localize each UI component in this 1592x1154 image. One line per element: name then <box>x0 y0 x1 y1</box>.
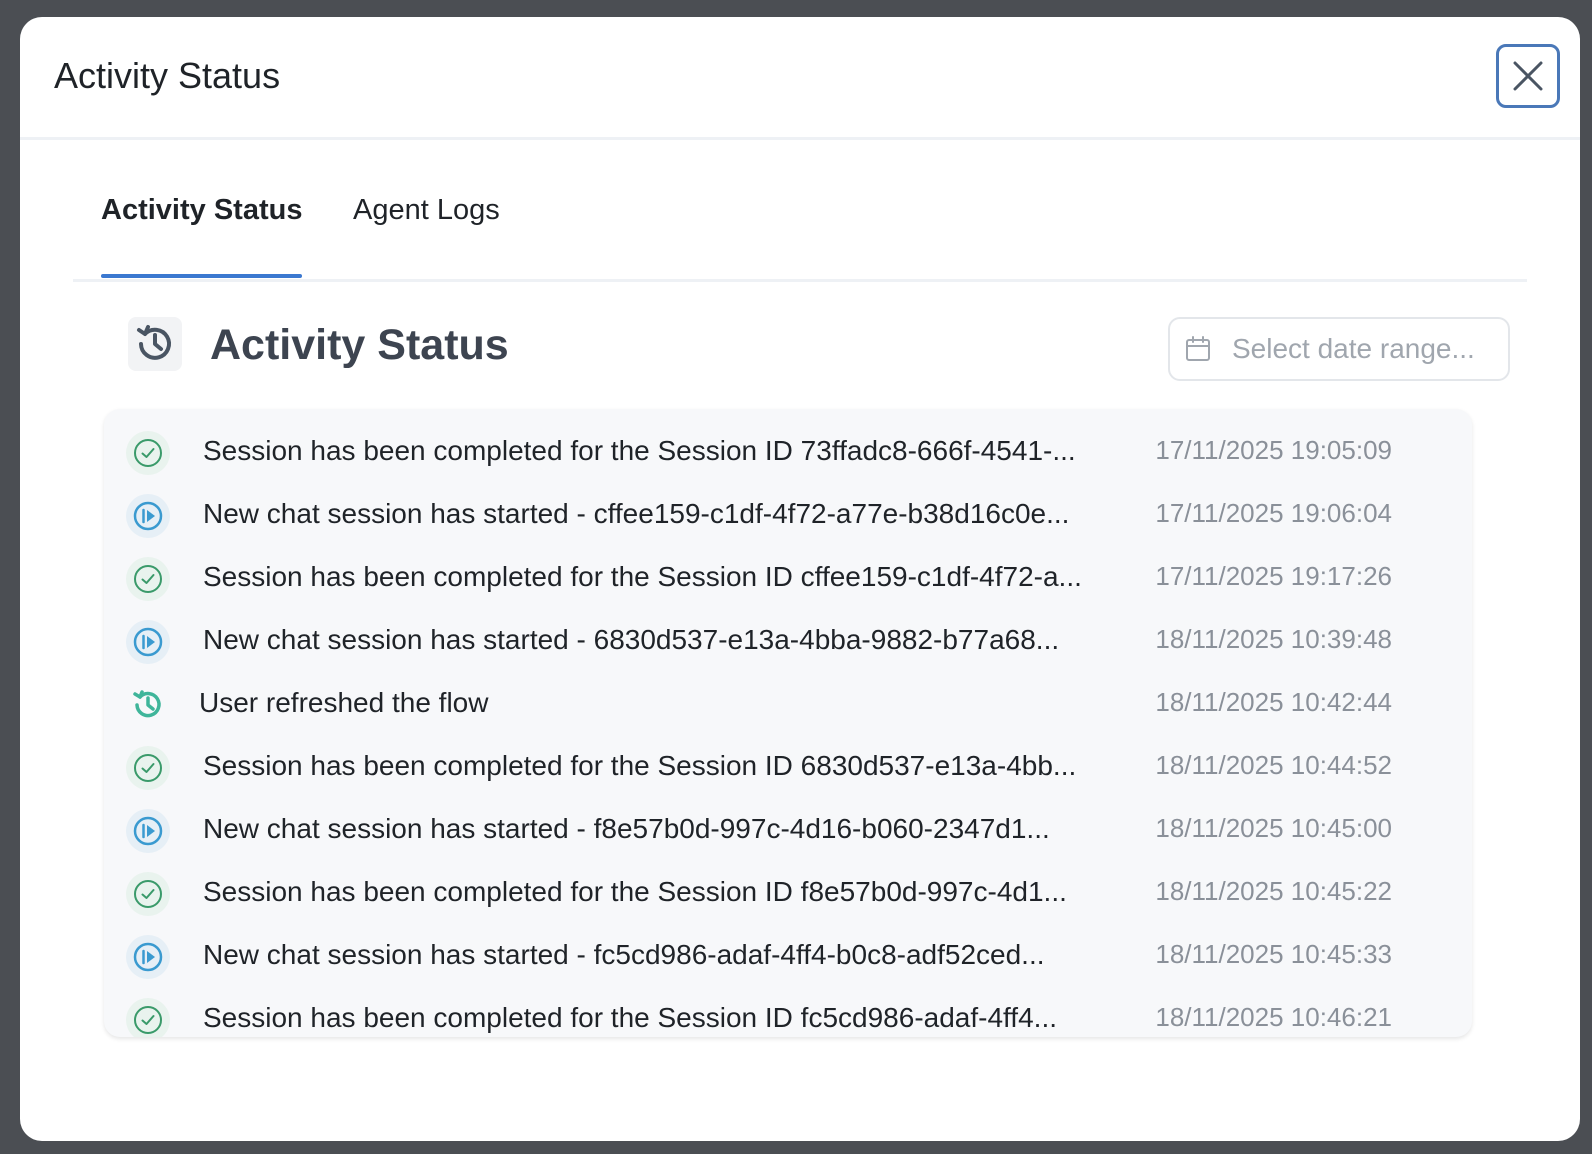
log-message: Session has been completed for the Sessi… <box>203 876 1067 907</box>
activity-log-list[interactable]: Session has been completed for the Sessi… <box>104 409 1472 1037</box>
close-icon <box>1513 61 1543 91</box>
log-row: New chat session has started - cffee159-… <box>104 484 1472 547</box>
history-icon <box>128 317 182 371</box>
log-row: User refreshed the flow 18/11/2025 10:42:… <box>104 673 1472 736</box>
log-row: New chat session has started - 6830d537-… <box>104 610 1472 673</box>
log-message: Session has been completed for the Sessi… <box>203 435 1076 466</box>
log-message: Session has been completed for the Sessi… <box>203 750 1077 781</box>
log-timestamp: 18/11/2025 10:45:22 <box>1155 876 1392 906</box>
play-circle-icon <box>126 494 170 538</box>
active-tab-indicator <box>101 274 303 278</box>
check-circle-icon <box>126 557 170 601</box>
log-message: Session has been completed for the Sessi… <box>203 561 1082 592</box>
calendar-icon <box>1186 336 1210 361</box>
log-timestamp: 18/11/2025 10:42:44 <box>1155 687 1392 717</box>
check-circle-icon <box>126 746 170 790</box>
log-row: Session has been completed for the Sessi… <box>104 547 1472 610</box>
activity-status-modal: Activity Status Activity Status Agent Lo… <box>20 17 1580 1141</box>
modal-header: Activity Status <box>20 17 1580 140</box>
log-row: New chat session has started - f8e57b0d-… <box>104 799 1472 862</box>
log-message: New chat session has started - f8e57b0d-… <box>203 813 1050 844</box>
modal-title: Activity Status <box>54 55 281 96</box>
tab-bar: Activity Status Agent Logs <box>73 189 1527 282</box>
log-timestamp: 18/11/2025 10:39:48 <box>1155 624 1392 654</box>
log-timestamp: 18/11/2025 10:45:33 <box>1155 939 1392 969</box>
log-timestamp: 18/11/2025 10:46:21 <box>1155 1002 1392 1032</box>
log-message: User refreshed the flow <box>199 687 489 718</box>
close-button[interactable] <box>1496 44 1560 108</box>
log-timestamp: 18/11/2025 10:44:52 <box>1155 750 1392 780</box>
log-row: Session has been completed for the Sessi… <box>104 988 1472 1037</box>
log-timestamp: 17/11/2025 19:17:26 <box>1155 561 1392 591</box>
tab-activity-status[interactable]: Activity Status <box>101 189 303 278</box>
history-icon <box>126 683 170 727</box>
log-timestamp: 17/11/2025 19:06:04 <box>1155 498 1392 528</box>
log-message: New chat session has started - fc5cd986-… <box>203 939 1045 970</box>
log-row: Session has been completed for the Sessi… <box>104 736 1472 799</box>
check-circle-icon <box>126 431 170 475</box>
play-circle-icon <box>126 935 170 979</box>
log-message: New chat session has started - 6830d537-… <box>203 624 1060 655</box>
log-message: Session has been completed for the Sessi… <box>203 1002 1057 1033</box>
tab-label: Activity Status <box>101 194 303 226</box>
log-timestamp: 17/11/2025 19:05:09 <box>1155 435 1392 465</box>
log-message: New chat session has started - cffee159-… <box>203 498 1070 529</box>
play-circle-icon <box>126 809 170 853</box>
date-range-picker[interactable]: Select date range... <box>1168 317 1510 381</box>
log-row: New chat session has started - fc5cd986-… <box>104 925 1472 988</box>
date-range-placeholder: Select date range... <box>1232 333 1475 364</box>
section-title: Activity Status <box>210 321 509 369</box>
section-header: Activity Status Select date range... <box>128 317 1518 407</box>
log-timestamp: 18/11/2025 10:45:00 <box>1155 813 1392 843</box>
play-circle-icon <box>126 620 170 664</box>
check-circle-icon <box>126 872 170 916</box>
tab-label: Agent Logs <box>353 194 500 226</box>
log-row: Session has been completed for the Sessi… <box>104 421 1472 484</box>
check-circle-icon <box>126 998 170 1037</box>
tab-agent-logs[interactable]: Agent Logs <box>353 189 500 276</box>
log-row: Session has been completed for the Sessi… <box>104 862 1472 925</box>
